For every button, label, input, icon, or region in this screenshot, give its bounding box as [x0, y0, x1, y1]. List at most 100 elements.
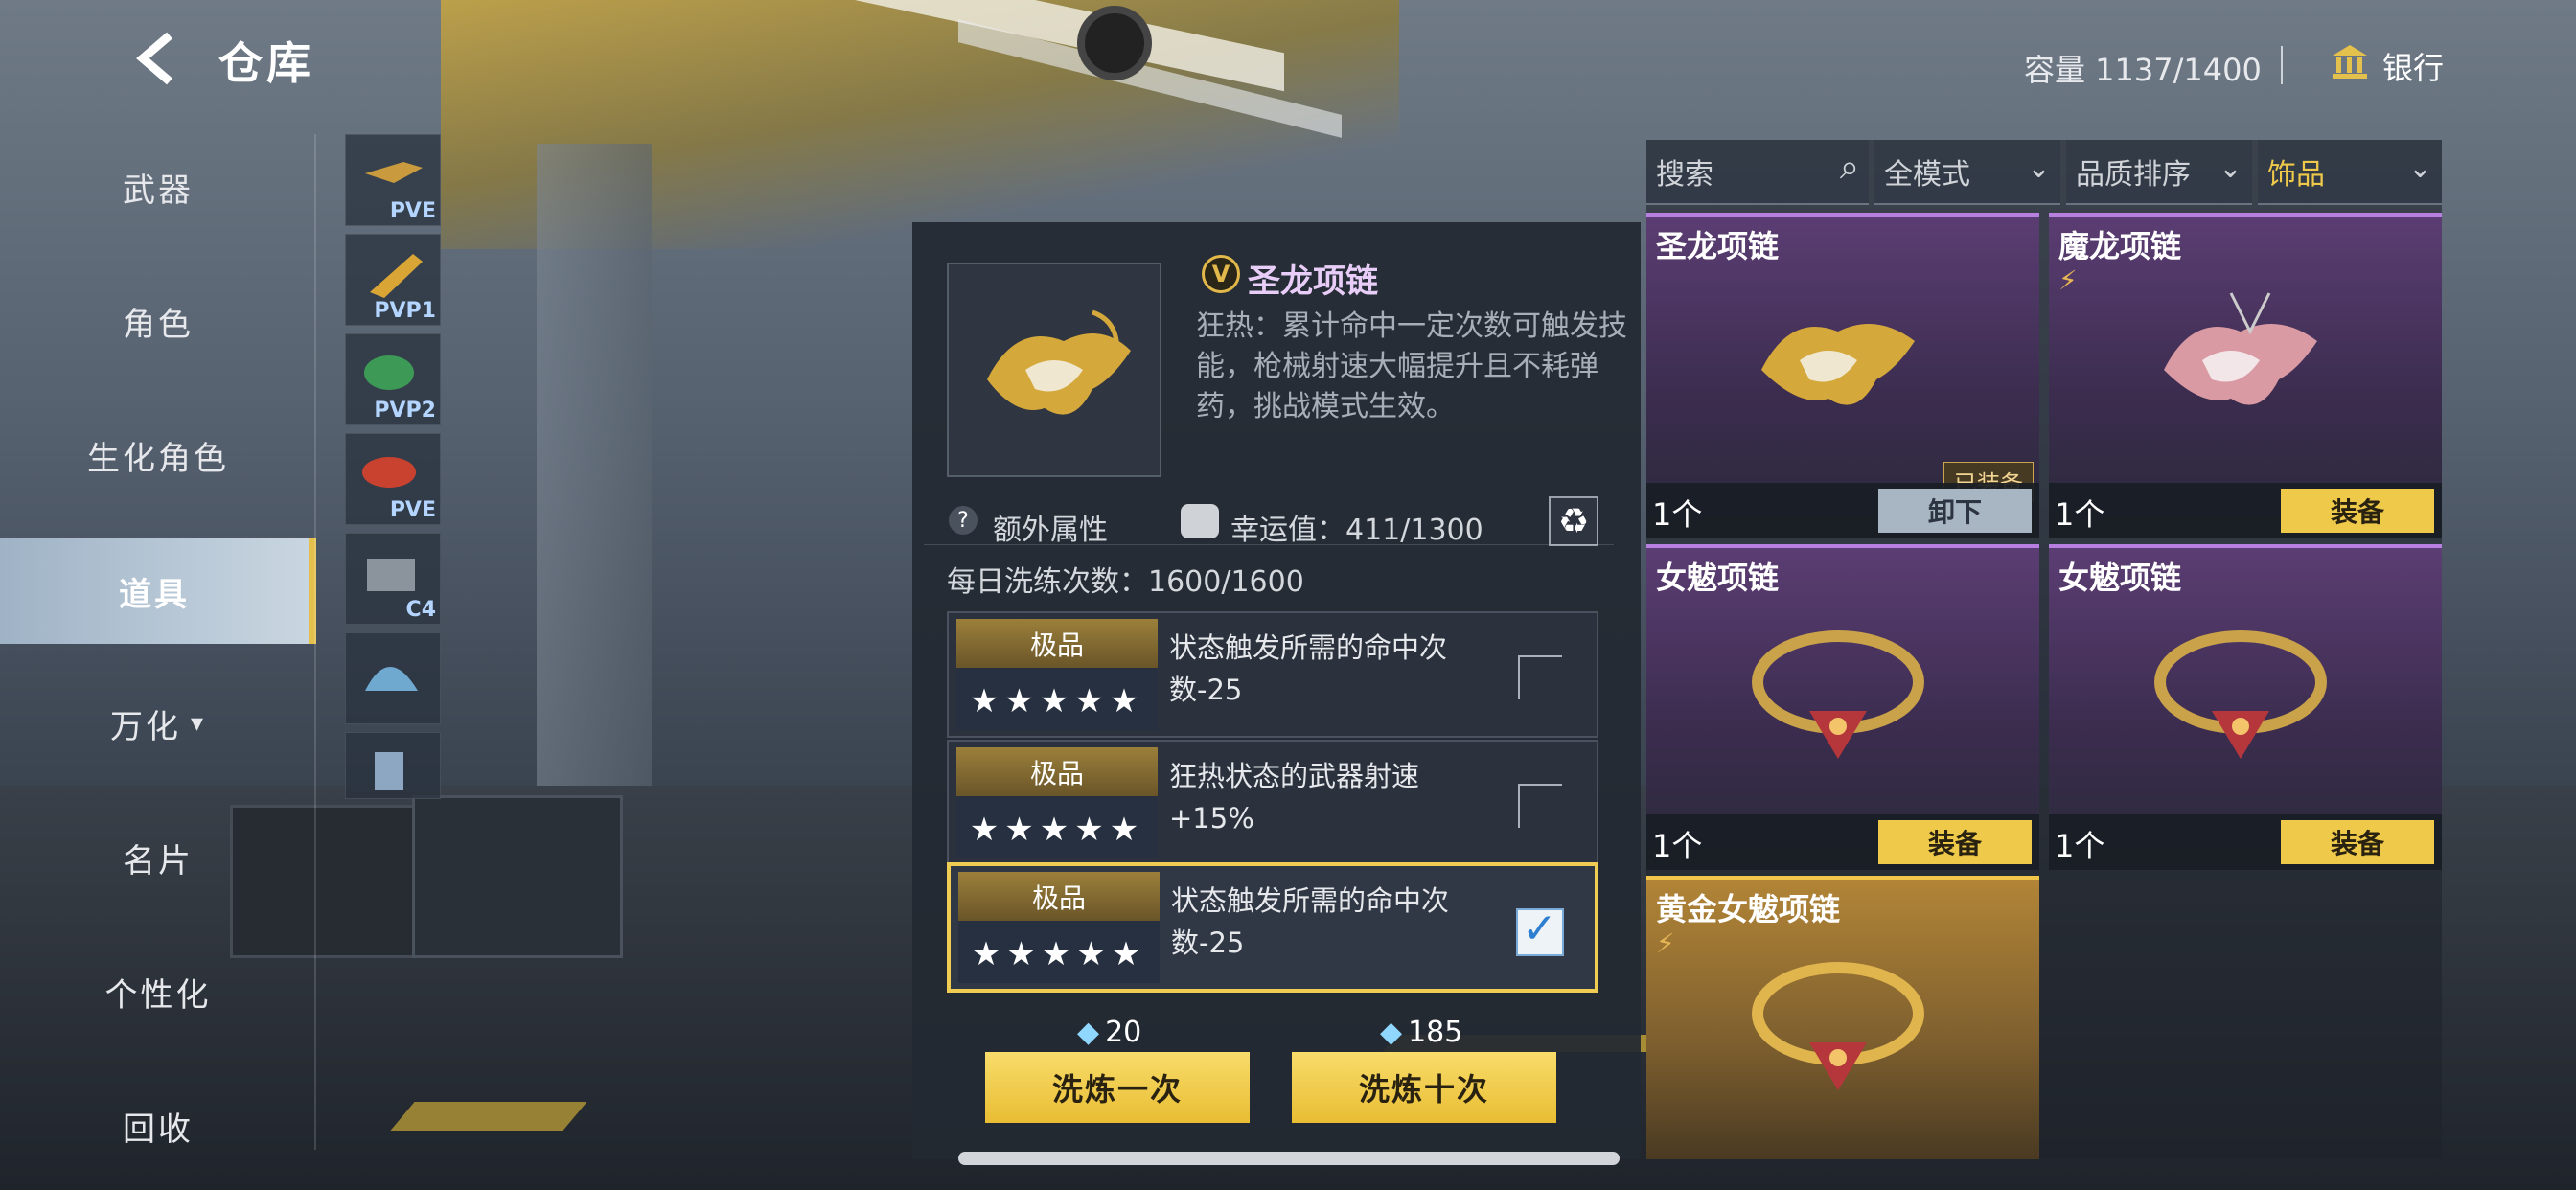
- back-arrow-icon: [136, 32, 172, 85]
- quality-label: 极品: [1029, 629, 1084, 661]
- camera-cutout: [1077, 6, 1152, 80]
- item-thumbnail-icon: [375, 752, 403, 790]
- bank-icon[interactable]: [2331, 42, 2369, 80]
- nav-item-label: 万化: [109, 707, 181, 746]
- recycle-button[interactable]: ♻: [1549, 496, 1598, 546]
- nav-divider: [314, 134, 316, 1150]
- item-card[interactable]: 女魃项链 1个 装备: [2049, 544, 2442, 870]
- nav-item-personalize[interactable]: 个性化: [0, 939, 316, 1044]
- item-quantity: 1个: [1652, 496, 1703, 533]
- attribute-checkbox-checked[interactable]: ✓: [1516, 904, 1564, 956]
- star-rating: ★★★★★: [969, 682, 1145, 721]
- chevron-down-icon: ⌄: [2218, 151, 2242, 185]
- diamond-icon: ◆: [1380, 1016, 1403, 1049]
- sort-dropdown[interactable]: 品质排序 ⌄: [2066, 140, 2252, 205]
- sub-item[interactable]: PVP1: [345, 234, 441, 326]
- home-indicator: [958, 1152, 1620, 1165]
- category-nav: 武器 角色 生化角色 道具 万化 ▾ 名片 个性化 回收: [0, 134, 316, 1188]
- attribute-checkbox[interactable]: [1518, 784, 1562, 828]
- item-card-footer: 1个 装备: [2049, 814, 2442, 870]
- sub-item-tag: PVE: [389, 199, 436, 223]
- cost-value: 20: [1105, 1016, 1142, 1049]
- refine-ten-button[interactable]: 洗炼十次: [1292, 1052, 1556, 1123]
- luck-value: 幸运值：411/1300: [1230, 514, 1484, 547]
- sub-item-tag: C4: [405, 598, 436, 622]
- unequip-button[interactable]: 卸下: [1878, 489, 2032, 533]
- attribute-checkbox[interactable]: [1518, 655, 1562, 699]
- nav-item-props[interactable]: 道具: [0, 538, 316, 644]
- page-title: 仓库: [218, 37, 314, 89]
- quality-label: 极品: [1031, 882, 1086, 914]
- chevron-down-icon: ⌄: [2407, 151, 2432, 185]
- attribute-row[interactable]: 极品 ★★★★★ 状态触发所需的命中次数-25: [947, 611, 1598, 738]
- nvba-necklace-icon: [2154, 630, 2327, 759]
- quality-box: 极品 ★★★★★: [956, 619, 1158, 730]
- equip-button[interactable]: 装备: [1878, 820, 2032, 864]
- chevron-down-icon: ⌄: [2026, 151, 2051, 185]
- item-card-footer: 1个 卸下: [1646, 483, 2039, 538]
- sub-item[interactable]: PVE: [345, 433, 441, 525]
- awaken-icon: ⚡: [2058, 264, 2078, 296]
- search-input[interactable]: 搜索 ⌕: [1646, 140, 1869, 205]
- bank-link[interactable]: 银行: [2382, 44, 2444, 88]
- sub-item[interactable]: C4: [345, 533, 441, 625]
- quality-box: 极品 ★★★★★: [956, 747, 1158, 858]
- extra-attr-label: 额外属性: [993, 514, 1108, 547]
- item-card-footer: 1个 装备: [2049, 483, 2442, 538]
- item-card[interactable]: 圣龙项链 已装备 1个 卸下: [1646, 213, 2039, 538]
- check-icon: ✓: [1522, 904, 1557, 953]
- item-card[interactable]: 魔龙项链 ⚡ 1个 装备: [2049, 213, 2442, 538]
- dragon-necklace-icon: [987, 309, 1131, 415]
- item-card[interactable]: 女魃项链 1个 装备: [1646, 544, 2039, 870]
- attribute-row-selected[interactable]: 极品 ★★★★★ 状态触发所需的命中次数-25 ✓: [947, 862, 1598, 993]
- recycle-icon: ♻: [1557, 501, 1590, 541]
- star-rating: ★★★★★: [971, 935, 1147, 973]
- attribute-row[interactable]: 极品 ★★★★★ 狂热状态的武器射速+15%: [947, 740, 1598, 866]
- bg-crate: [412, 795, 623, 958]
- item-quantity: 1个: [2055, 496, 2105, 533]
- item-card-name: 圣龙项链: [1656, 228, 1780, 264]
- equip-button[interactable]: 装备: [2281, 820, 2434, 864]
- nav-item-zombie-characters[interactable]: 生化角色: [0, 402, 316, 508]
- star-rating: ★★★★★: [969, 811, 1145, 849]
- nav-item-wanhua[interactable]: 万化 ▾: [0, 671, 316, 776]
- refine-once-button[interactable]: 洗炼一次: [985, 1052, 1250, 1123]
- item-quantity: 1个: [2055, 828, 2105, 864]
- diamond-icon: ◆: [1077, 1016, 1100, 1049]
- item-description: 狂热：累计命中一定次数可触发技能，枪械射速大幅提升且不耗弹药，挑战模式生效。: [1196, 309, 1627, 423]
- nav-item-weapons[interactable]: 武器: [0, 134, 316, 240]
- attribute-text: 状态触发所需的命中次数-25: [1171, 884, 1450, 959]
- expand-arrow-icon: ▾: [190, 709, 207, 738]
- demon-dragon-necklace-icon: [2164, 292, 2317, 405]
- item-quantity: 1个: [1652, 828, 1703, 864]
- sort-label: 品质排序: [2076, 158, 2191, 192]
- divider: [924, 544, 1614, 545]
- mode-dropdown[interactable]: 全模式 ⌄: [1874, 140, 2060, 205]
- nav-item-cards[interactable]: 名片: [0, 805, 316, 910]
- sub-item-tag: PVP2: [374, 399, 436, 423]
- sub-item[interactable]: [345, 632, 441, 724]
- item-card[interactable]: 黄金女魃项链 ⚡: [1646, 876, 2039, 1159]
- header-divider: [2281, 46, 2283, 84]
- sub-item[interactable]: [345, 732, 441, 799]
- item-card-footer: 1个 装备: [1646, 814, 2039, 870]
- attribute-text: 状态触发所需的命中次数-25: [1169, 631, 1448, 706]
- nav-item-recycle[interactable]: 回收: [0, 1073, 316, 1179]
- equip-button[interactable]: 装备: [2281, 489, 2434, 533]
- attribute-text: 狂热状态的武器射速+15%: [1169, 760, 1420, 835]
- sub-item[interactable]: PVP2: [345, 333, 441, 425]
- daily-refine-count: 每日洗练次数：1600/1600: [947, 565, 1304, 599]
- back-button[interactable]: [126, 25, 184, 92]
- item-preview: [947, 263, 1162, 477]
- vip-badge-icon: V: [1202, 255, 1240, 293]
- help-icon[interactable]: ?: [949, 506, 978, 535]
- nav-item-characters[interactable]: 角色: [0, 268, 316, 374]
- sub-item[interactable]: PVE: [345, 134, 441, 226]
- category-label: 饰品: [2267, 158, 2325, 192]
- golden-nvba-necklace-icon: [1752, 962, 1924, 1090]
- sub-item-tag: PVP1: [374, 299, 436, 323]
- dragon-necklace-icon: [1761, 324, 1915, 405]
- category-dropdown[interactable]: 饰品 ⌄: [2258, 140, 2442, 205]
- item-card-name: 女魃项链: [1656, 560, 1780, 596]
- nvba-necklace-icon: [1752, 630, 1924, 759]
